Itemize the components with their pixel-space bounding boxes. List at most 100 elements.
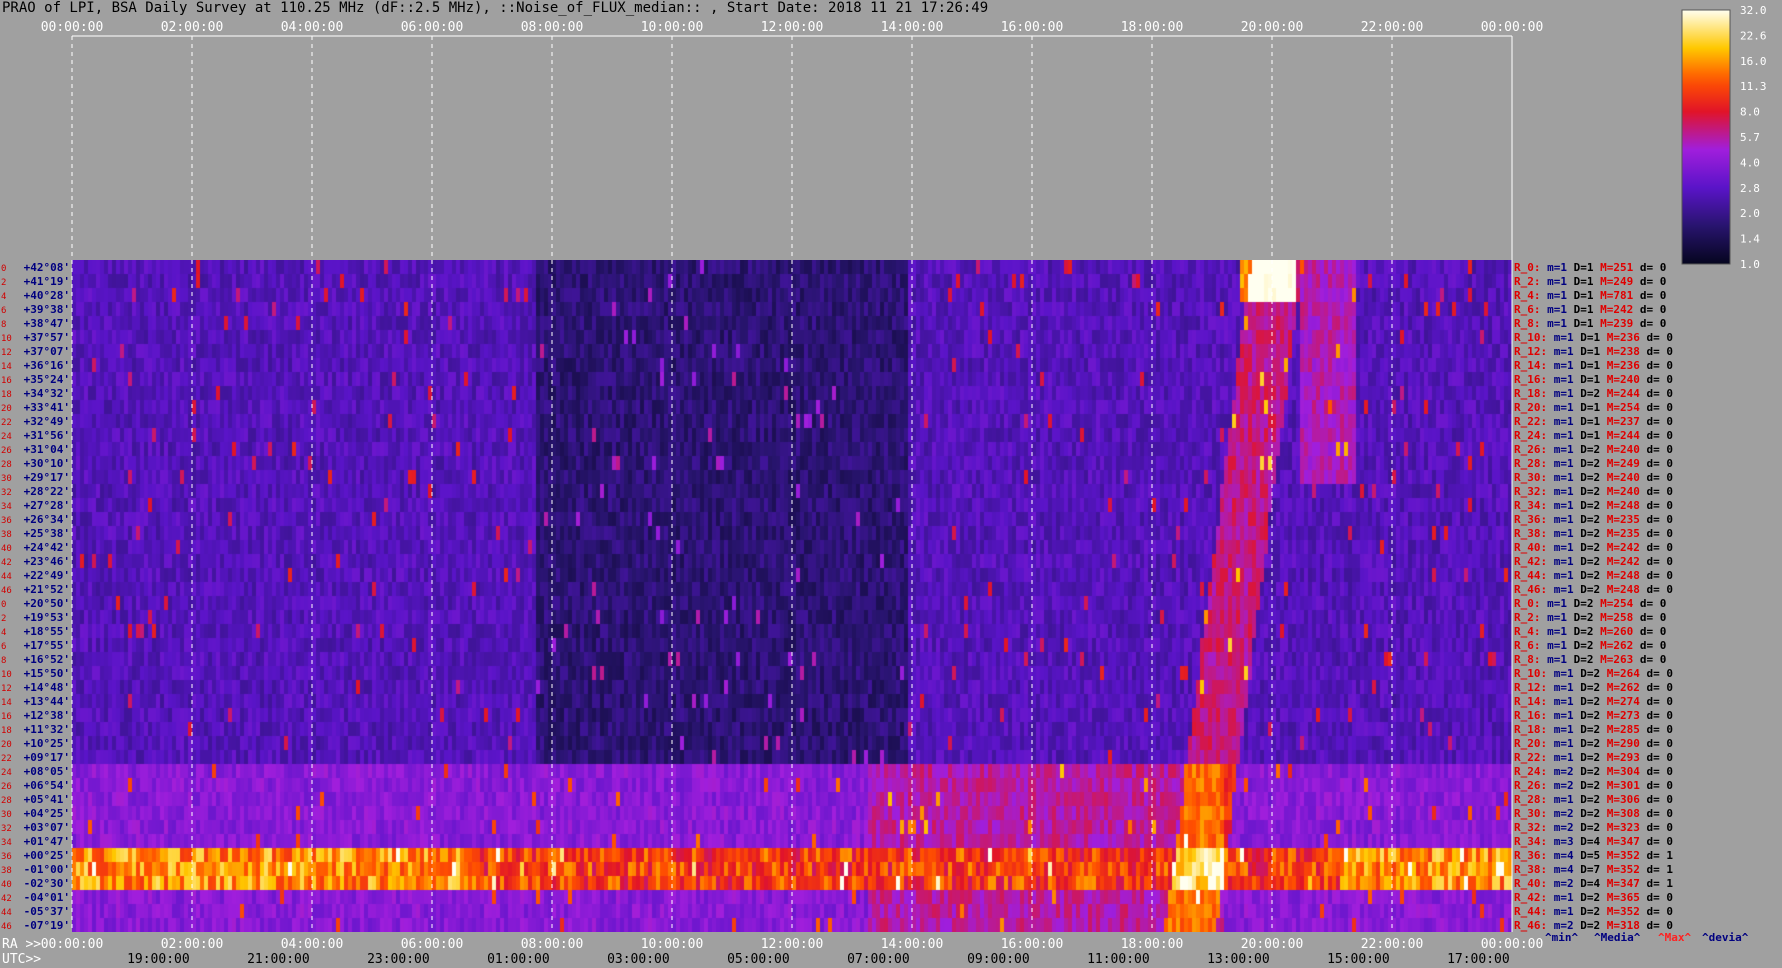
row-stat: R_22: m=1 D=1 M=237 d= 0 bbox=[1514, 415, 1673, 428]
row-index-label: 8 bbox=[1, 320, 6, 330]
row-index-label: 26 bbox=[1, 446, 12, 456]
declination-label: +40°28' bbox=[24, 289, 70, 302]
row-stat: R_20: m=1 D=2 M=290 d= 0 bbox=[1514, 737, 1673, 750]
declination-label: +17°55' bbox=[24, 639, 70, 652]
row-stats: R_0: m=1 D=1 M=251 d= 0R_2: m=1 D=1 M=24… bbox=[1514, 261, 1749, 944]
declination-label: +10°25' bbox=[24, 737, 70, 750]
x-top-tick-label: 02:00:00 bbox=[161, 20, 224, 35]
declination-label: -07°19' bbox=[24, 919, 70, 932]
declination-label: +23°46' bbox=[24, 555, 70, 568]
colorbar-tick-label: 5.7 bbox=[1740, 131, 1760, 144]
x-top-tick-label: 00:00:00 bbox=[1481, 20, 1544, 35]
row-stat: R_28: m=1 D=2 M=249 d= 0 bbox=[1514, 457, 1673, 470]
row-index-label: 28 bbox=[1, 460, 12, 470]
x-ra-tick-label: 04:00:00 bbox=[281, 937, 344, 952]
row-index-label: 18 bbox=[1, 390, 12, 400]
row-stat: R_32: m=2 D=2 M=323 d= 0 bbox=[1514, 821, 1673, 834]
row-stat: R_2: m=1 D=1 M=249 d= 0 bbox=[1514, 275, 1666, 288]
row-stat: R_10: m=1 D=2 M=264 d= 0 bbox=[1514, 667, 1673, 680]
declination-label: +33°41' bbox=[24, 401, 70, 414]
declination-label: +08°05' bbox=[24, 765, 70, 778]
row-index-label: 30 bbox=[1, 810, 12, 820]
x-utc-tick-label: 15:00:00 bbox=[1327, 952, 1390, 967]
row-stat: R_0: m=1 D=1 M=251 d= 0 bbox=[1514, 261, 1666, 274]
ra-axis-label: RA >> bbox=[2, 937, 41, 952]
row-index-label: 44 bbox=[1, 572, 12, 582]
x-utc-tick-label: 09:00:00 bbox=[967, 952, 1030, 967]
row-index-label: 28 bbox=[1, 796, 12, 806]
row-index-label: 12 bbox=[1, 684, 12, 694]
row-index-label: 20 bbox=[1, 740, 12, 750]
row-index-label: 12 bbox=[1, 348, 12, 358]
row-index-label: 32 bbox=[1, 488, 12, 498]
declination-label: +11°32' bbox=[24, 723, 70, 736]
row-index-label: 24 bbox=[1, 432, 12, 442]
declination-label: +00°25' bbox=[24, 849, 70, 862]
x-ra-tick-label: 06:00:00 bbox=[401, 937, 464, 952]
x-utc-tick-label: 01:00:00 bbox=[487, 952, 550, 967]
declination-label: +05°41' bbox=[24, 793, 70, 806]
row-index-label: 38 bbox=[1, 866, 12, 876]
legend-key: ^Max^ bbox=[1658, 931, 1691, 944]
chart: 00:00:00 02:00:00 04:00:00 06:00:00 08:00:00… bbox=[1, 4, 1767, 967]
row-stat: R_44: m=1 D=2 M=352 d= 0 bbox=[1514, 905, 1673, 918]
row-index-label: 46 bbox=[1, 586, 12, 596]
x-ra-tick-label: 22:00:00 bbox=[1361, 937, 1424, 952]
row-stat: R_24: m=1 D=1 M=244 d= 0 bbox=[1514, 429, 1673, 442]
x-utc-tick-label: 03:00:00 bbox=[607, 952, 670, 967]
colorbar-tick-label: 4.0 bbox=[1740, 156, 1760, 169]
row-stat: R_6: m=1 D=2 M=262 d= 0 bbox=[1514, 639, 1666, 652]
declination-label: +03°07' bbox=[24, 821, 70, 834]
x-utc-tick-label: 23:00:00 bbox=[367, 952, 430, 967]
declination-label: +01°47' bbox=[24, 835, 70, 848]
row-stat: R_36: m=4 D=5 M=352 d= 1 bbox=[1514, 849, 1673, 862]
row-index-label: 30 bbox=[1, 474, 12, 484]
row-index-label: 36 bbox=[1, 516, 12, 526]
declination-label: +18°55' bbox=[24, 625, 70, 638]
row-stat: R_12: m=1 D=1 M=238 d= 0 bbox=[1514, 345, 1673, 358]
colorbar-tick-label: 1.0 bbox=[1740, 258, 1760, 271]
x-top-tick-label: 04:00:00 bbox=[281, 20, 344, 35]
declination-label: +30°10' bbox=[24, 457, 70, 470]
row-stat: R_8: m=1 D=2 M=263 d= 0 bbox=[1514, 653, 1666, 666]
row-stat: R_14: m=1 D=1 M=236 d= 0 bbox=[1514, 359, 1673, 372]
declination-label: +22°49' bbox=[24, 569, 70, 582]
row-stat: R_34: m=3 D=4 M=347 d= 0 bbox=[1514, 835, 1673, 848]
row-index-label: 16 bbox=[1, 376, 12, 386]
declination-label: +14°48' bbox=[24, 681, 70, 694]
row-index-label: 40 bbox=[1, 880, 12, 890]
row-stat: R_10: m=1 D=1 M=236 d= 0 bbox=[1514, 331, 1673, 344]
row-stat: R_2: m=1 D=2 M=258 d= 0 bbox=[1514, 611, 1666, 624]
row-stat: R_18: m=1 D=2 M=244 d= 0 bbox=[1514, 387, 1673, 400]
row-stat: R_28: m=1 D=2 M=306 d= 0 bbox=[1514, 793, 1673, 806]
x-top-tick-label: 14:00:00 bbox=[881, 20, 944, 35]
declination-label: +15°50' bbox=[24, 667, 70, 680]
row-index-label: 10 bbox=[1, 334, 12, 344]
row-stat: R_36: m=1 D=2 M=235 d= 0 bbox=[1514, 513, 1673, 526]
row-index-label: 34 bbox=[1, 838, 12, 848]
row-index-label: 22 bbox=[1, 754, 12, 764]
x-top-tick-label: 18:00:00 bbox=[1121, 20, 1184, 35]
x-top-tick-label: 06:00:00 bbox=[401, 20, 464, 35]
row-index-label: 14 bbox=[1, 362, 12, 372]
row-stat: R_6: m=1 D=1 M=242 d= 0 bbox=[1514, 303, 1666, 316]
row-index-label: 20 bbox=[1, 404, 12, 414]
declination-label: -02°30' bbox=[24, 877, 70, 890]
row-stat: R_40: m=1 D=2 M=242 d= 0 bbox=[1514, 541, 1673, 554]
row-stat: R_4: m=1 D=2 M=260 d= 0 bbox=[1514, 625, 1666, 638]
x-top-tick-label: 00:00:00 bbox=[41, 20, 104, 35]
row-index-label: 18 bbox=[1, 726, 12, 736]
declination-label: +34°32' bbox=[24, 387, 70, 400]
colorbar-tick-label: 2.8 bbox=[1740, 182, 1760, 195]
row-index-label: 24 bbox=[1, 768, 12, 778]
row-stat: R_38: m=4 D=7 M=352 d= 1 bbox=[1514, 863, 1673, 876]
row-index-label: 44 bbox=[1, 908, 12, 918]
colorbar-tick-label: 16.0 bbox=[1740, 55, 1767, 68]
row-index-label: 42 bbox=[1, 894, 12, 904]
declination-label: +19°53' bbox=[24, 611, 70, 624]
x-utc-tick-label: 11:00:00 bbox=[1087, 952, 1150, 967]
row-index-label: 4 bbox=[1, 292, 6, 302]
x-top-tick-label: 20:00:00 bbox=[1241, 20, 1304, 35]
declination-label: +42°08' bbox=[24, 261, 70, 274]
row-stat: R_24: m=2 D=2 M=304 d= 0 bbox=[1514, 765, 1673, 778]
